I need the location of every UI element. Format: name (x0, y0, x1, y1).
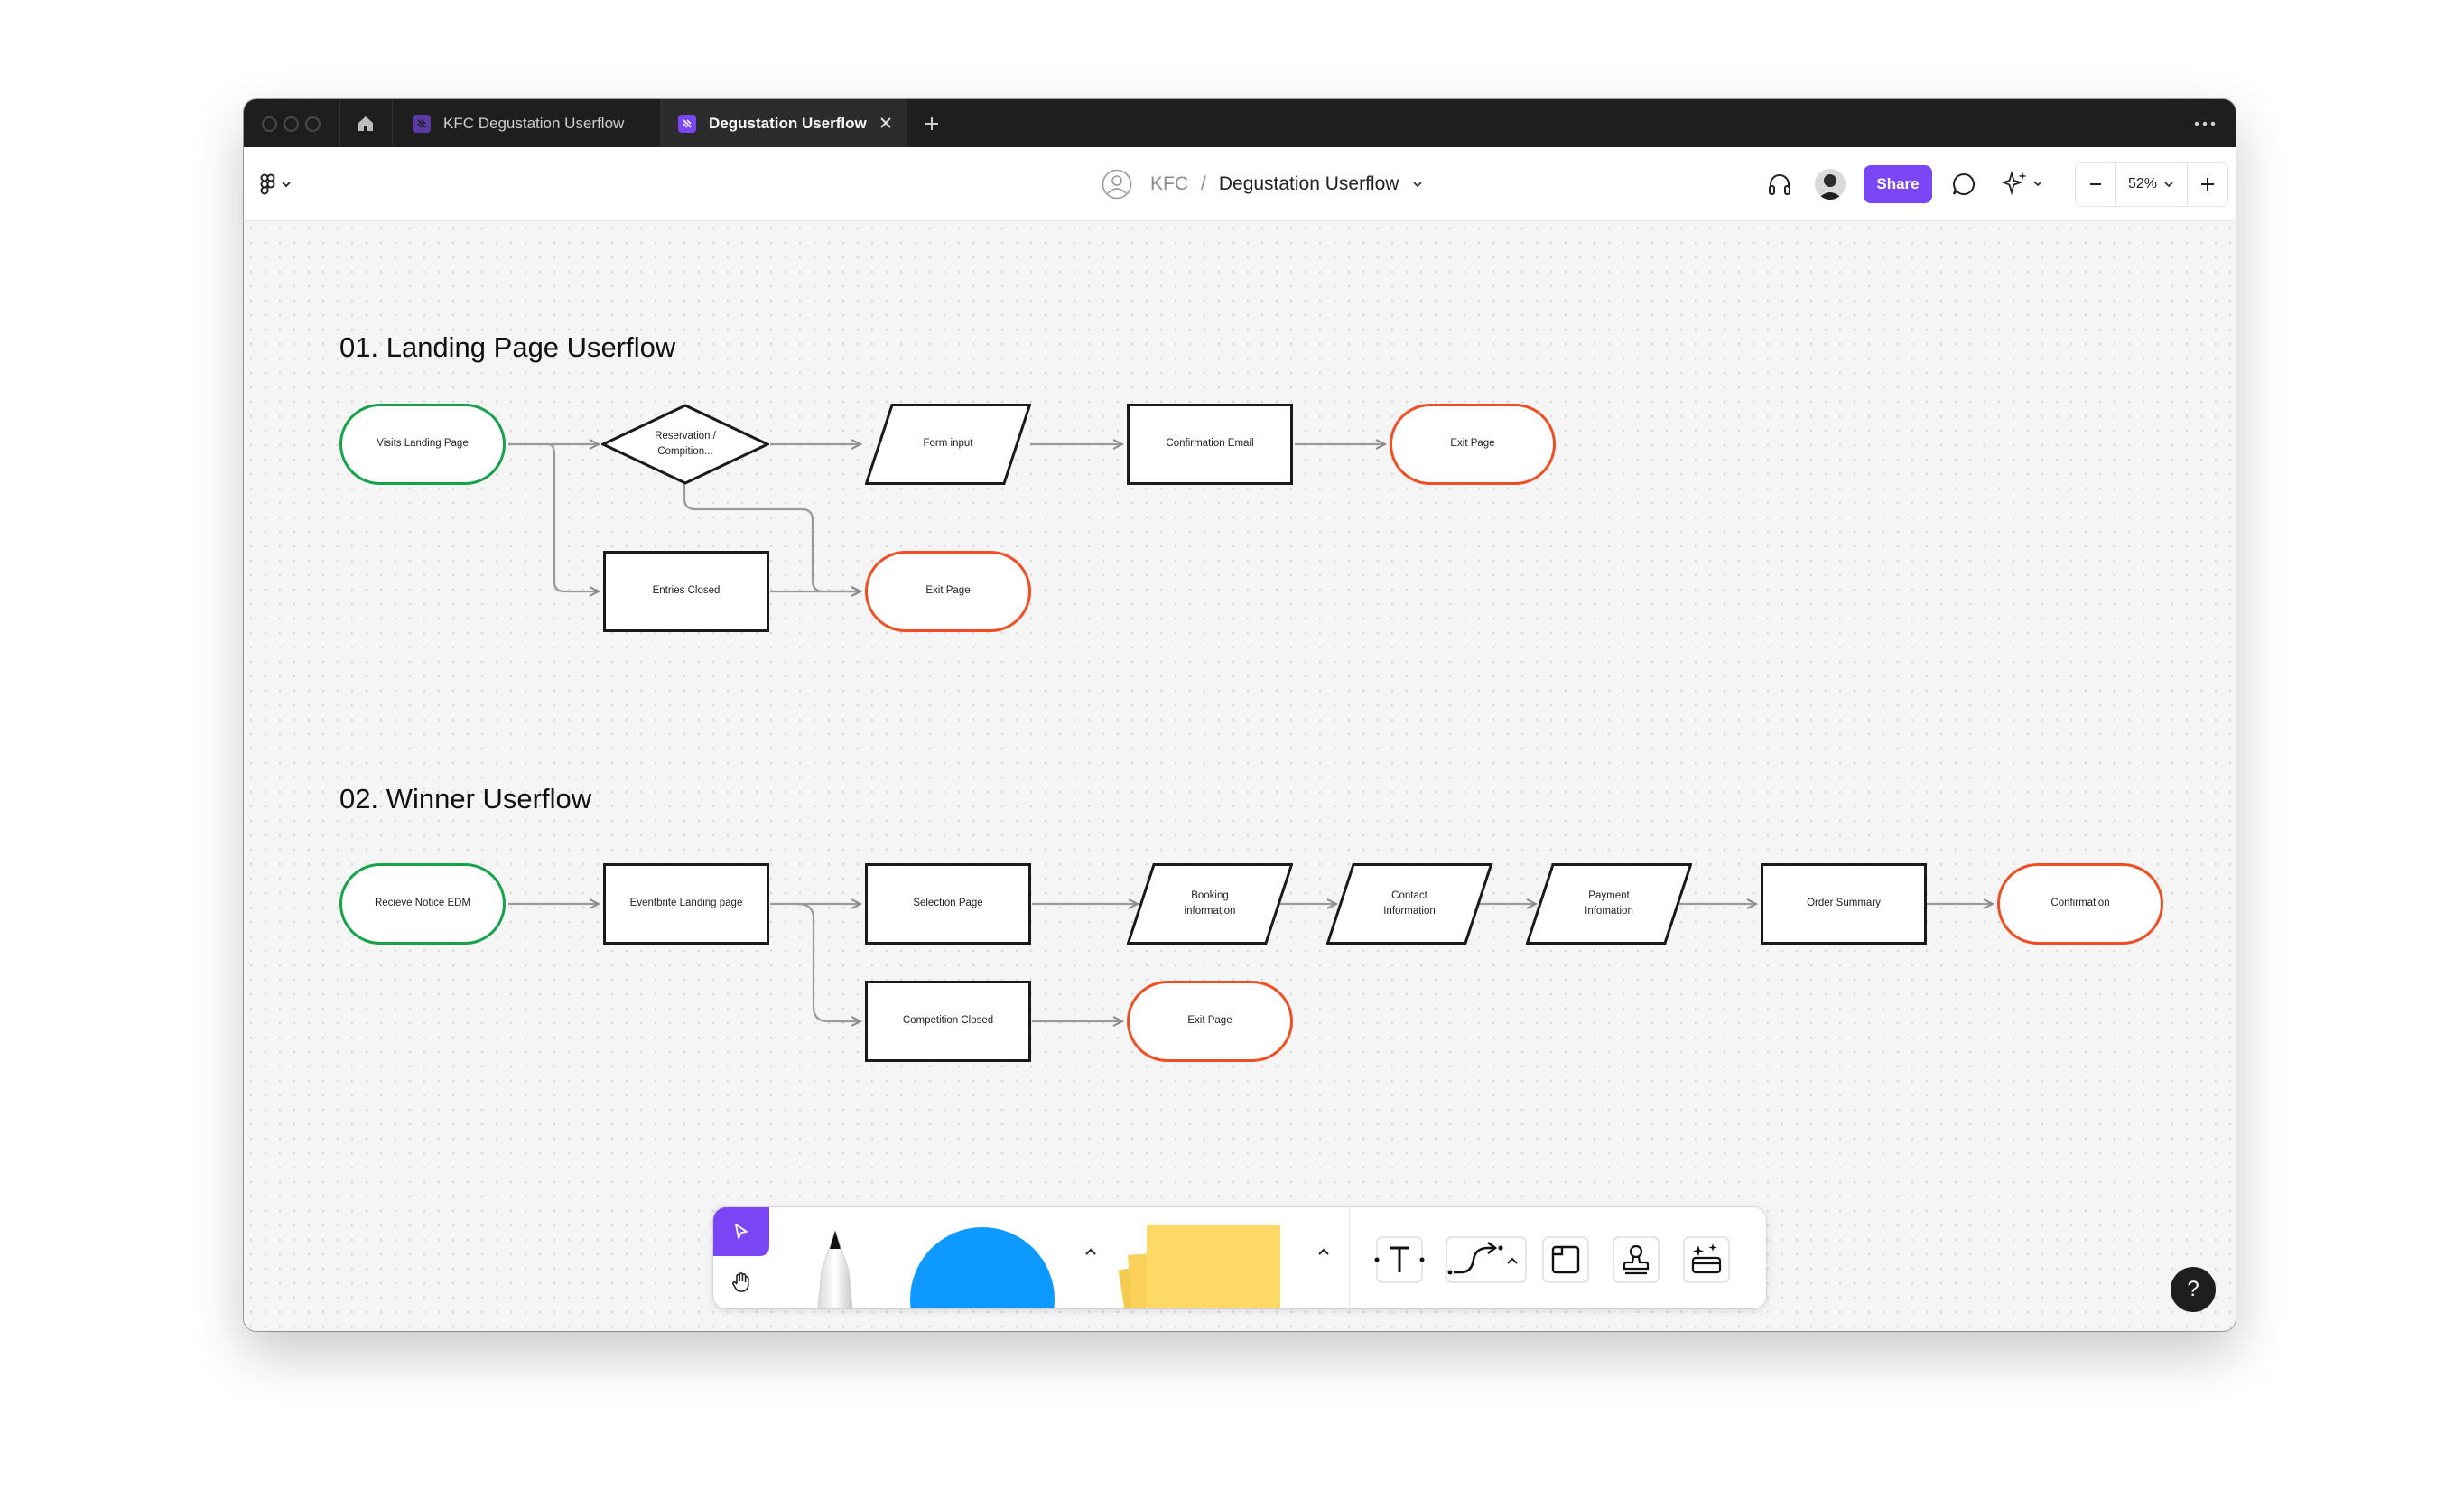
input-node[interactable]: Form input (865, 404, 1031, 485)
section-title: 02. Winner Userflow (339, 783, 592, 815)
avatar-icon (1102, 169, 1132, 200)
tab-label: KFC Degustation Userflow (443, 114, 625, 132)
help-label: ? (2187, 1277, 2199, 1301)
process-node[interactable]: Eventbrite Landing page (603, 863, 769, 945)
node-label: Exit Page (925, 585, 971, 597)
shape-tool[interactable] (910, 1227, 1055, 1308)
tab-label: Degustation Userflow (709, 114, 867, 132)
node-label: Form input (923, 438, 973, 450)
node-label: Exit Page (1187, 1015, 1232, 1027)
chevron-down-icon (2033, 181, 2042, 187)
process-node[interactable]: Order Summary (1761, 863, 1927, 945)
chevron-up-icon[interactable] (1316, 1245, 1331, 1262)
canvas[interactable]: 01. Landing Page Userflow Visits Landing… (244, 221, 2236, 1331)
input-node[interactable]: Contact Information (1326, 863, 1492, 945)
node-label: Contact Information (1383, 889, 1436, 917)
chevron-up-icon[interactable] (1083, 1245, 1098, 1262)
file-icon (413, 114, 431, 133)
input-node[interactable]: Payment Infomation (1526, 863, 1692, 945)
breadcrumb: KFC / Degustation Userflow (1102, 165, 1424, 203)
divider (1349, 1207, 1350, 1308)
section-title: 01. Landing Page Userflow (339, 331, 676, 363)
connector (547, 442, 599, 591)
headphones-icon[interactable] (1766, 171, 1793, 202)
flow-end-node[interactable]: Confirmation (1997, 863, 2163, 945)
title-bar: KFC Degustation Userflow Degustation Use… (244, 99, 2236, 147)
minus-icon[interactable] (2076, 163, 2116, 206)
chevron-down-icon[interactable] (1411, 180, 1424, 189)
flow-end-node[interactable]: Exit Page (865, 551, 1031, 632)
text-icon[interactable] (1372, 1233, 1427, 1287)
share-label: Share (1876, 175, 1920, 192)
sticky-note-tool[interactable] (1118, 1225, 1300, 1308)
widgets-icon[interactable] (1679, 1233, 1734, 1287)
cursor-icon[interactable] (713, 1207, 769, 1256)
more-icon[interactable] (2185, 99, 2225, 147)
flow-end-node[interactable]: Exit Page (1127, 981, 1293, 1062)
node-label: Order Summary (1807, 898, 1881, 909)
file-icon (678, 114, 696, 133)
node-label: Confirmation (2050, 898, 2110, 909)
process-node[interactable]: Selection Page (865, 863, 1031, 945)
decision-node[interactable]: Reservation / Compition... (601, 404, 769, 485)
file-name[interactable]: Degustation Userflow (1219, 173, 1399, 195)
minimize-window-button[interactable] (284, 116, 299, 132)
process-node[interactable]: Competition Closed (865, 981, 1031, 1062)
node-label: Reservation / Compition... (655, 430, 716, 457)
plus-icon[interactable] (914, 99, 950, 147)
node-label: Payment Infomation (1585, 889, 1633, 917)
node-label: Exit Page (1450, 438, 1495, 450)
node-label: Booking information (1184, 889, 1236, 917)
tab-degustation-userflow[interactable]: Degustation Userflow (660, 99, 907, 147)
avatar[interactable] (1815, 169, 1846, 200)
app-window: KFC Degustation Userflow Degustation Use… (244, 99, 2236, 1331)
figma-menu-icon[interactable] (260, 173, 293, 195)
maximize-window-button[interactable] (305, 116, 321, 132)
comment-icon[interactable] (1950, 171, 1977, 202)
connector-icon[interactable] (1445, 1233, 1528, 1287)
close-icon[interactable] (877, 114, 895, 132)
node-label: Recieve Notice EDM (374, 898, 471, 909)
chevron-down-icon (282, 182, 291, 188)
node-label: Competition Closed (902, 1015, 994, 1027)
breadcrumb-separator: / (1201, 173, 1206, 194)
flow-start-node[interactable]: Recieve Notice EDM (339, 863, 506, 945)
connector (796, 902, 860, 1021)
node-label: Entries Closed (652, 585, 721, 597)
help-button[interactable]: ? (2171, 1267, 2216, 1312)
top-toolbar: KFC / Degustation Userflow Share 52% (244, 147, 2236, 221)
section-icon[interactable] (1539, 1233, 1593, 1287)
flow-end-node[interactable]: Exit Page (1390, 404, 1556, 485)
zoom-level[interactable]: 52% (2115, 163, 2188, 206)
process-node[interactable]: Confirmation Email (1127, 404, 1293, 485)
home-icon[interactable] (343, 99, 388, 147)
close-window-button[interactable] (262, 116, 277, 132)
connectors (508, 221, 2236, 1331)
flow-start-node[interactable]: Visits Landing Page (339, 404, 506, 485)
zoom-controls: 52% (2075, 162, 2228, 207)
node-label: Visits Landing Page (377, 438, 469, 450)
pen-icon[interactable] (795, 1225, 876, 1308)
bottom-toolbar (713, 1207, 1766, 1308)
tab-kfc-degustation[interactable]: KFC Degustation Userflow (393, 99, 650, 147)
share-button[interactable]: Share (1864, 165, 1932, 203)
chevron-down-icon (2164, 182, 2173, 188)
process-node[interactable]: Entries Closed (603, 551, 769, 632)
plus-icon[interactable] (2187, 163, 2227, 206)
breadcrumb-team[interactable]: KFC (1150, 173, 1188, 195)
hand-icon[interactable] (713, 1258, 769, 1307)
sparkle-icon[interactable] (2001, 169, 2044, 198)
stamp-icon[interactable] (1609, 1233, 1663, 1287)
node-label: Confirmation Email (1166, 438, 1254, 450)
node-label: Eventbrite Landing page (629, 898, 743, 909)
zoom-value: 52% (2127, 176, 2158, 191)
node-label: Selection Page (913, 898, 983, 909)
input-node[interactable]: Booking information (1127, 863, 1293, 945)
